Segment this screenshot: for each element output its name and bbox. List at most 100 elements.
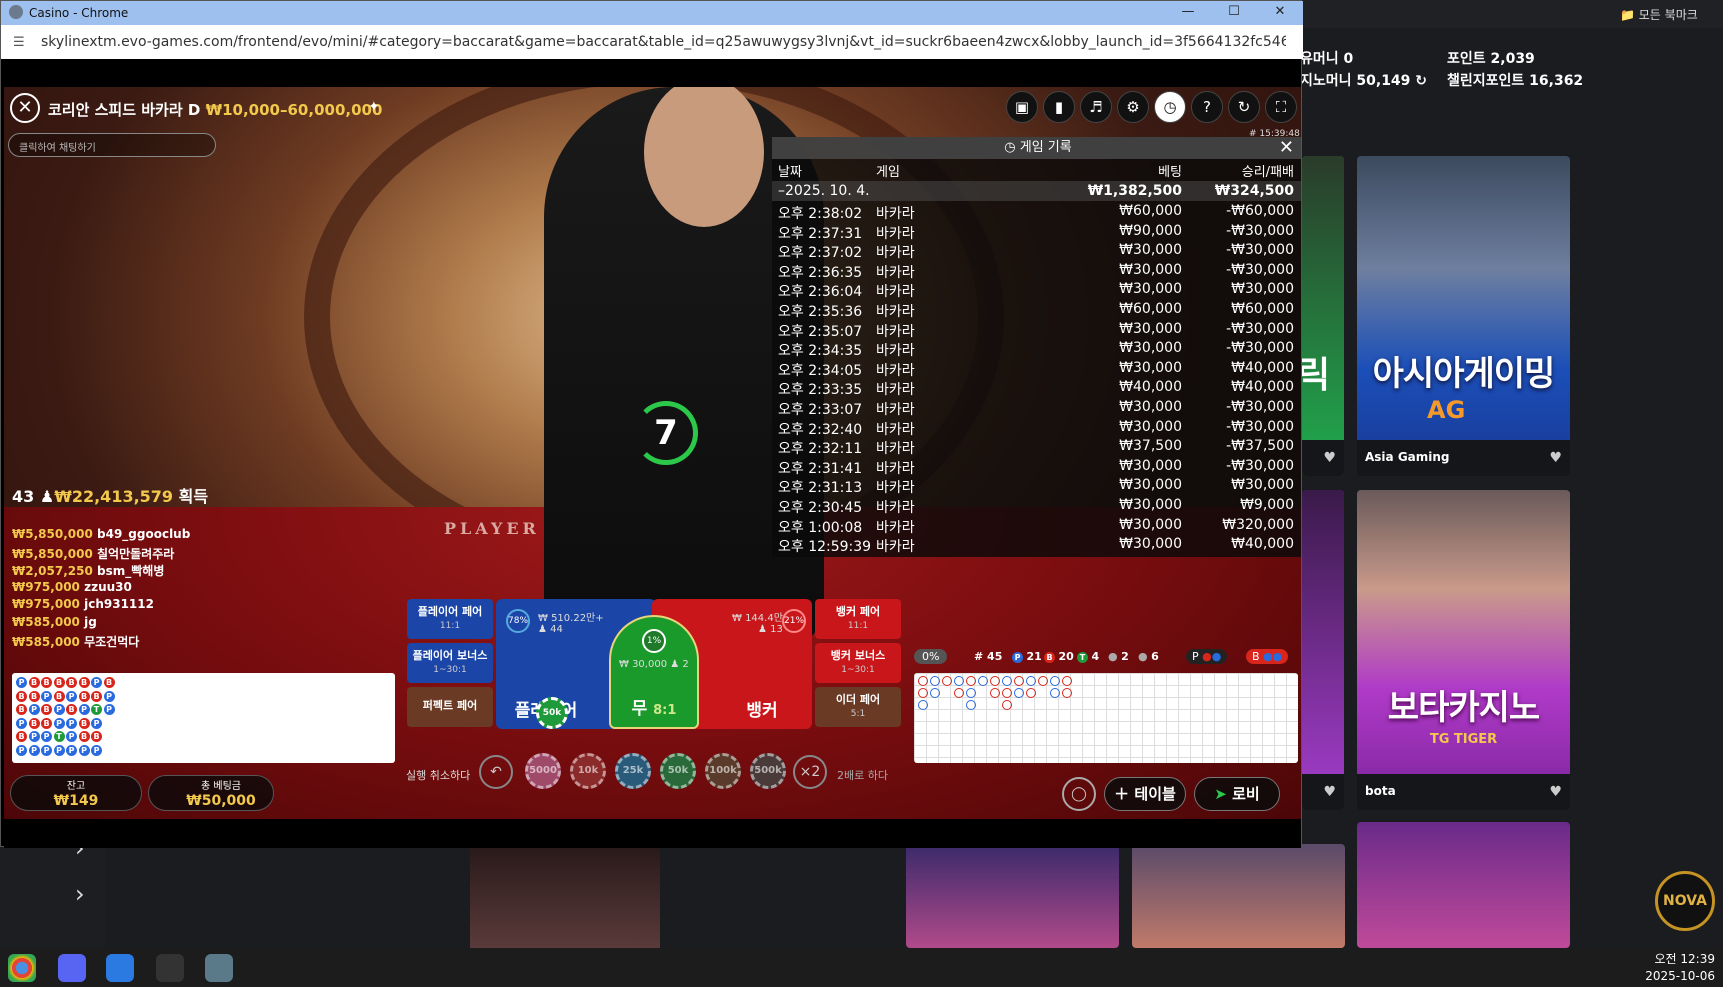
left-nav: › › [0, 830, 105, 950]
close-game-button[interactable]: ✕ [10, 93, 40, 123]
big-road-mark [1002, 676, 1012, 686]
player-ask-road-button[interactable]: P ●● [1186, 649, 1228, 664]
balance-pill: 잔고 ₩149 [10, 775, 142, 811]
game-card-bota[interactable]: 보타카지노 TG TIGER bota ♥ [1357, 490, 1570, 810]
pin-icon[interactable]: ✦ [368, 99, 380, 115]
big-road-mark [918, 700, 928, 710]
history-icon[interactable]: ◷ [1154, 91, 1186, 123]
bead-road: PBBPBPBBPBPPBPBBPPBBPPTPBPBPPPBBPBBPPBTP… [12, 673, 395, 763]
game-card-partial[interactable]: ♥ [1302, 490, 1344, 810]
bead-player: P [53, 717, 65, 729]
bead-banker: B [16, 690, 27, 702]
bead-player: P [66, 717, 77, 729]
chip-50k[interactable]: 50k [660, 753, 696, 789]
total-bet-pill: 총 베팅금 ₩50,000 [148, 775, 274, 811]
bead-banker: B [41, 717, 52, 729]
nova-logo[interactable]: NOVA [1655, 871, 1715, 931]
help-icon[interactable]: ? [1191, 91, 1223, 123]
undo-button[interactable]: ↶ [479, 755, 513, 789]
bead-player: P [66, 744, 77, 756]
chat-icon[interactable]: ▣ [1006, 91, 1038, 123]
bead-player: P [53, 704, 65, 715]
bead-tie: T [91, 704, 102, 715]
heart-icon[interactable]: ♥ [1549, 450, 1562, 466]
game-card-asia-gaming[interactable]: 아시아게이밍 AG Asia Gaming ♥ [1357, 156, 1570, 476]
player-bonus-bet[interactable]: 플레이어 보너스 1~30:1 [407, 643, 493, 683]
chat-input[interactable]: 클릭하여 채팅하기 [8, 133, 216, 157]
chrome-icon[interactable] [8, 954, 36, 982]
close-window-button[interactable]: ✕ [1257, 1, 1303, 25]
game-card[interactable] [1357, 822, 1570, 948]
globe-icon [9, 5, 23, 19]
video-icon[interactable]: ▮ [1043, 91, 1075, 123]
bead-banker: B [103, 677, 115, 688]
paint-icon[interactable] [205, 954, 233, 982]
chevron-right-icon[interactable]: › [75, 880, 85, 908]
undo-label: 실행 취소하다 [406, 769, 471, 782]
taskbar: 오전 12:39 2025-10-06 [0, 948, 1723, 987]
history-row: 오후 2:32:40 바카라 ₩30,000 -₩30,000 [778, 418, 1294, 438]
chip-25k[interactable]: 25k [615, 753, 651, 789]
history-row: 오후 2:36:04 바카라 ₩30,000 ₩30,000 [778, 281, 1294, 301]
volume-icon[interactable]: ♬ [1080, 91, 1112, 123]
game-card[interactable] [906, 844, 1119, 948]
close-history-button[interactable]: ✕ [1279, 137, 1294, 159]
player-pair-bet[interactable]: 플레이어 페어 11:1 [407, 599, 493, 639]
bead-banker: B [78, 690, 90, 702]
double-button[interactable]: ×2 [793, 755, 827, 789]
maximize-button[interactable]: ☐ [1211, 1, 1257, 25]
chat-bubble-button[interactable]: ◯ [1062, 777, 1096, 811]
bead-banker: B [41, 677, 52, 688]
bead-banker: B [28, 717, 40, 729]
history-columns: 날짜 게임 베팅 승리/패배 [778, 165, 1294, 180]
winner-row: ₩585,000 무조건먹다 [12, 634, 140, 649]
big-road-mark [1014, 688, 1024, 698]
bead-player: P [28, 731, 40, 742]
sync-icon[interactable]: ↻ [1228, 91, 1260, 123]
big-road-mark [930, 676, 940, 686]
site-settings-icon[interactable]: ☰ [13, 35, 25, 50]
user-icon: ♟ [39, 487, 55, 506]
heart-icon[interactable]: ♥ [1323, 784, 1336, 800]
banker-ask-road-button[interactable]: B ●● [1246, 649, 1289, 664]
table-button[interactable]: ＋ 테이블 [1104, 777, 1186, 811]
minimize-button[interactable]: — [1165, 1, 1211, 25]
settings-icon[interactable]: ⚙ [1117, 91, 1149, 123]
title-bar: Casino - Chrome — ☐ ✕ [1, 1, 1303, 25]
big-road-mark [930, 688, 940, 698]
banker-bet-total: ₩ 144.4만 ♟ 13 [732, 613, 783, 635]
winner-row: ₩5,850,000 칠억만돌려주라 [12, 546, 175, 561]
bookmarks-folder[interactable]: 📁 모든 북마크 [1620, 6, 1698, 23]
heart-icon[interactable]: ♥ [1549, 784, 1562, 800]
either-pair-bet[interactable]: 이더 페어 5:1 [815, 687, 901, 727]
messenger-icon[interactable] [106, 954, 134, 982]
game-card[interactable] [1132, 844, 1345, 948]
heart-icon[interactable]: ♥ [1323, 450, 1336, 466]
tie-bet-spot[interactable]: 1% ₩ 30,000 ♟ 2 무 8:1 [609, 615, 699, 729]
bead-banker: B [66, 704, 77, 715]
discord-icon[interactable] [58, 954, 86, 982]
road-stats: 0% # 45 P 21 B 20 T 4 ● 2 ● 6 P ●● B ●● [914, 649, 1298, 667]
bead-banker: B [91, 731, 102, 742]
bead-player: P [78, 744, 90, 756]
bead-player: P [28, 704, 40, 715]
chip-5000[interactable]: 5000 [525, 753, 561, 789]
bead-player: P [91, 677, 102, 688]
app-icon[interactable] [156, 954, 184, 982]
big-road-mark [1002, 700, 1012, 710]
address-bar[interactable]: ☰ skylinextm.evo-games.com/frontend/evo/… [1, 25, 1303, 59]
history-summary-row: –2025. 10. 4. ₩1,382,500 ₩324,500 [772, 181, 1301, 201]
history-row: 오후 2:30:45 바카라 ₩30,000 ₩9,000 [778, 497, 1294, 516]
game-card-partial[interactable]: 릭 ♥ [1302, 156, 1344, 476]
winner-row: ₩975,000 zzuu30 [12, 579, 132, 594]
fullscreen-icon[interactable]: ⛶ [1265, 91, 1297, 123]
winner-row: ₩585,000 jg [12, 615, 97, 629]
lobby-button[interactable]: ➤ 로비 [1194, 777, 1280, 811]
big-road-mark [954, 676, 964, 686]
banker-pair-bet[interactable]: 뱅커 페어 11:1 [815, 599, 901, 639]
winners-summary: 43 ♟₩22,413,579 획득 [12, 487, 209, 506]
chip-500k[interactable]: 500k [750, 753, 786, 789]
chip-100k[interactable]: 100k [705, 753, 741, 789]
chip-10k[interactable]: 10k [570, 753, 606, 789]
banker-bonus-bet[interactable]: 뱅커 보너스 1~30:1 [815, 643, 901, 683]
